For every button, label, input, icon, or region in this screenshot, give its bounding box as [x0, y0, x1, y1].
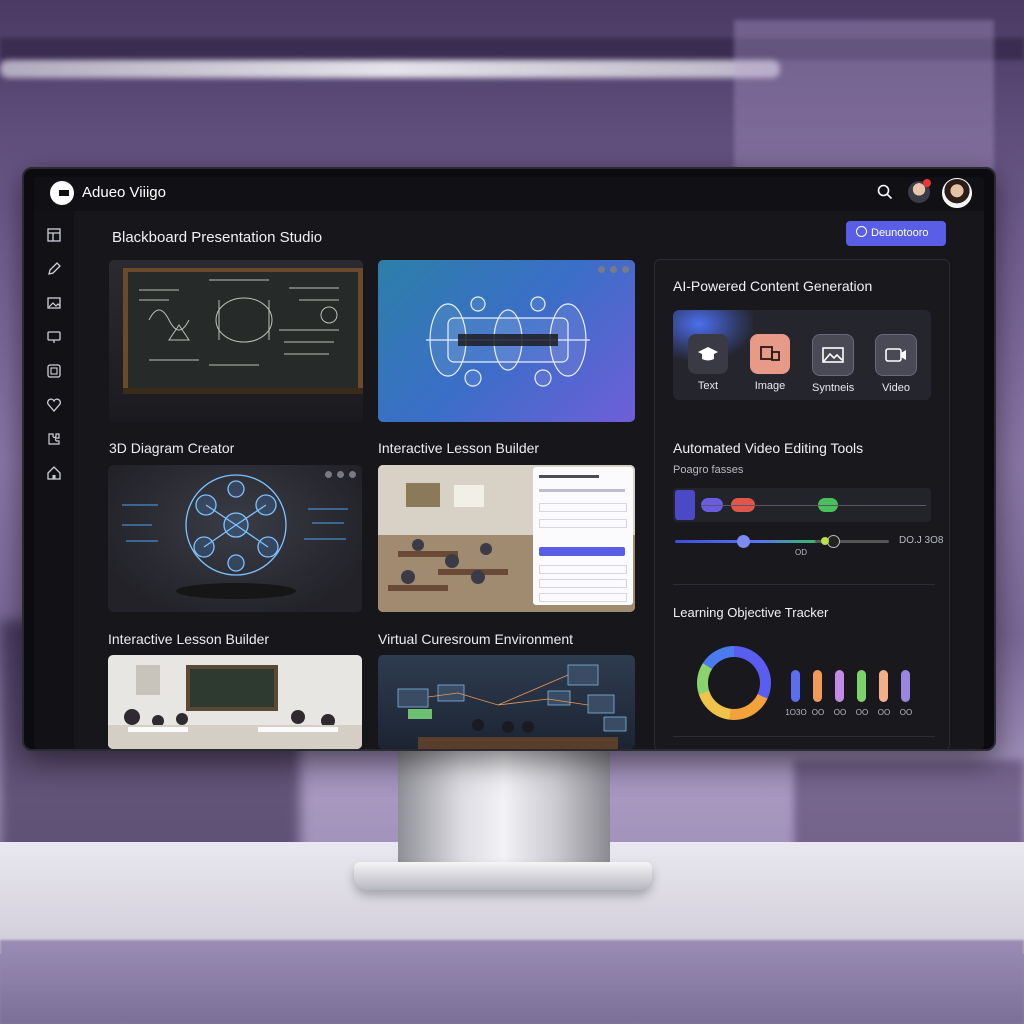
form-submit-button[interactable]	[539, 547, 625, 556]
tracker-bar-label: OO	[855, 708, 869, 717]
card-label-3d-diagram: 3D Diagram Creator	[109, 440, 235, 456]
pencil-icon[interactable]	[46, 261, 62, 277]
tracker-bar	[835, 670, 844, 702]
tracker-bar	[879, 670, 888, 702]
card-menu-dots[interactable]	[598, 266, 629, 273]
tracker-bar	[791, 670, 800, 702]
home-icon[interactable]	[46, 465, 62, 481]
app-screen: Adueo Viiigo Blackboard Presentation Stu…	[34, 177, 984, 749]
room-window	[734, 20, 994, 170]
tracker-bar	[857, 670, 866, 702]
ai-generation-box: Text Image Syntneis Video	[673, 310, 931, 400]
user-avatar[interactable]	[942, 178, 972, 208]
card-label-lesson-builder: Interactive Lesson Builder	[378, 440, 540, 456]
layout-icon[interactable]	[46, 227, 62, 243]
gen-item-text[interactable]: Text	[687, 334, 729, 392]
lesson-builder-card-2[interactable]	[108, 655, 362, 749]
puzzle-icon[interactable]	[46, 431, 62, 447]
ceiling-light	[0, 60, 780, 78]
video-timeline[interactable]	[673, 488, 931, 522]
lesson-builder-card[interactable]	[378, 465, 635, 612]
molecule-illustration	[122, 474, 348, 599]
image-frame-icon	[750, 334, 790, 374]
sidebar	[34, 211, 74, 749]
tracker-bar-label: OO	[877, 708, 891, 717]
card-label-virtual-classroom: Virtual Curesroum Environment	[378, 631, 574, 647]
video-icon	[875, 334, 917, 376]
mechanical-model-illustration	[426, 296, 590, 387]
3d-diagram-card[interactable]	[108, 465, 362, 612]
card-label-lesson-builder-2: Interactive Lesson Builder	[108, 631, 270, 647]
action-button-label: Deunotooro	[871, 227, 929, 239]
monitor: Adueo Viiigo Blackboard Presentation Stu…	[22, 167, 996, 751]
slider-thumb[interactable]	[737, 535, 750, 548]
page-title: Blackboard Presentation Studio	[112, 229, 323, 246]
timecode: DO.J 3O8	[899, 535, 944, 546]
right-panel: AI-Powered Content Generation Text Image…	[654, 259, 950, 749]
monitor-stand	[398, 748, 610, 868]
video-section-title: Automated Video Editing Tools	[673, 440, 864, 456]
landscape-icon	[812, 334, 854, 376]
virtual-classroom-card[interactable]	[378, 655, 635, 749]
gen-label-image: Image	[754, 380, 786, 392]
gen-item-synthesis[interactable]: Syntneis	[812, 334, 854, 394]
track-header	[675, 490, 695, 520]
tracker-bar-label: OO	[833, 708, 847, 717]
tracker-bar-label: OO	[899, 708, 913, 717]
slider-marker	[821, 537, 829, 545]
playback-slider[interactable]	[675, 540, 889, 543]
search-icon[interactable]	[876, 183, 894, 201]
top-bar: Adueo Viiigo	[34, 177, 984, 211]
video-section-subtitle: Poagro fasses	[673, 464, 744, 476]
slider-label: OD	[795, 548, 807, 557]
blackboard-card[interactable]	[109, 260, 363, 422]
gen-label-synthesis: Syntneis	[812, 382, 855, 394]
heart-icon[interactable]	[46, 397, 62, 413]
divider	[673, 736, 935, 737]
tracker-section-title: Learning Objective Tracker	[673, 605, 829, 620]
image-icon[interactable]	[46, 295, 62, 311]
app-title: Adueo Viiigo	[82, 184, 166, 201]
search-small-icon	[856, 226, 867, 237]
tracker-bar-label: 1O3O	[785, 708, 807, 717]
classroom-photo-2	[108, 665, 362, 749]
monitor-base	[354, 862, 652, 890]
divider	[673, 584, 935, 585]
3d-model-card[interactable]	[378, 260, 635, 422]
gen-item-image[interactable]: Image	[749, 334, 791, 392]
desk-front	[0, 940, 1024, 1024]
gen-item-video[interactable]: Video	[875, 334, 917, 394]
action-button[interactable]: Deunotooro	[846, 221, 946, 246]
tracker-bar	[813, 670, 822, 702]
tracker-bar	[901, 670, 910, 702]
objective-donut-chart	[697, 646, 771, 720]
frame-icon[interactable]	[46, 363, 62, 379]
gen-label-video: Video	[882, 382, 910, 394]
lesson-form-panel[interactable]	[533, 467, 633, 605]
notification-badge	[923, 179, 931, 187]
virtual-classroom-illustration	[397, 664, 627, 749]
graduation-cap-icon	[688, 334, 728, 374]
chalkboard-illustration	[123, 268, 363, 394]
ai-section-title: AI-Powered Content Generation	[673, 278, 873, 294]
gen-label-text: Text	[697, 380, 719, 392]
tracker-bar-label: OO	[811, 708, 825, 717]
card-menu-dots[interactable]	[325, 471, 356, 478]
presentation-icon[interactable]	[46, 329, 62, 345]
app-logo-icon[interactable]	[50, 181, 74, 205]
